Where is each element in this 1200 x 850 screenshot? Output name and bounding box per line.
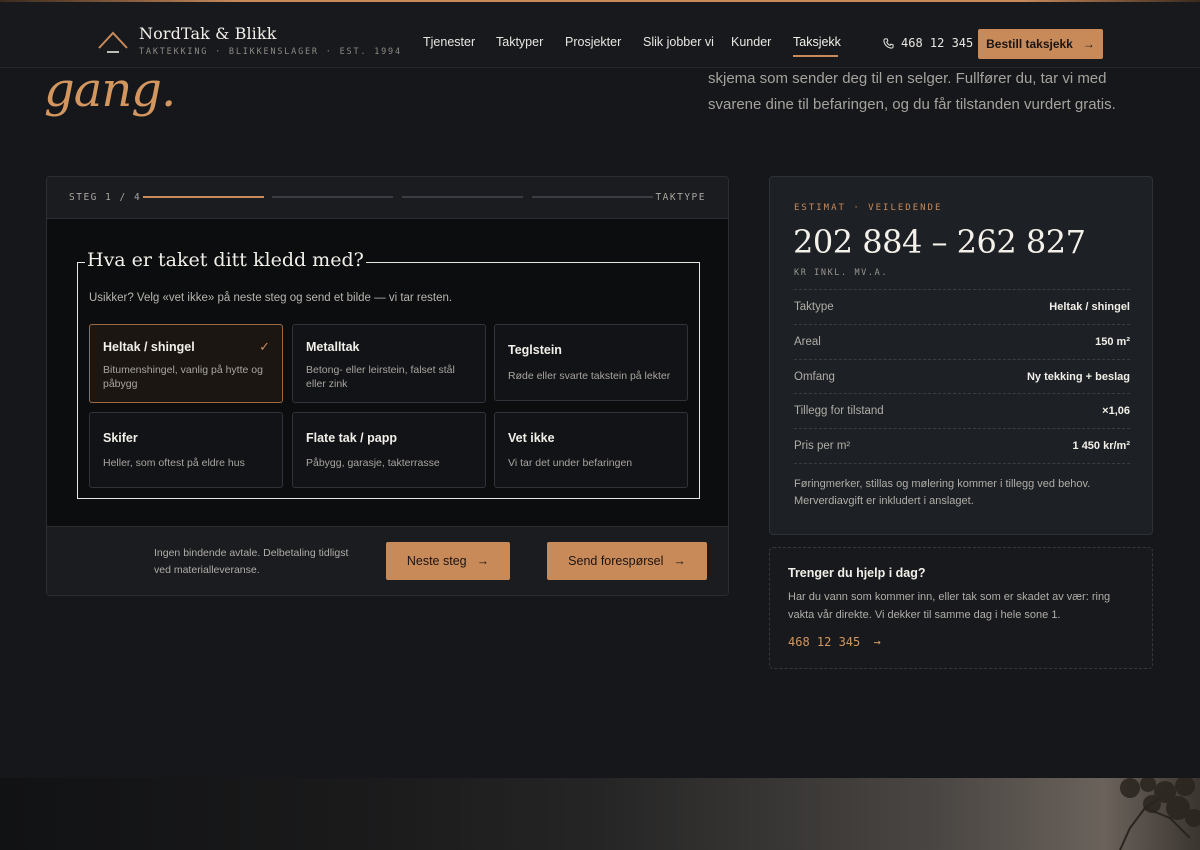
option-title: Flate tak / papp [306,431,397,445]
estimate-row-key: Pris per m² [794,440,851,452]
send-request-button[interactable]: Send forespørsel → [547,542,707,580]
nav-item-kunder[interactable]: Kunder [731,35,771,49]
next-step-button[interactable]: Neste steg → [386,542,510,580]
send-request-label: Send forespørsel [568,554,664,568]
arrow-right-icon: → [873,635,881,649]
hero-heading-fragment: gang. [44,62,176,118]
estimate-range: 202 884 – 262 827 [793,223,1086,261]
emergency-help-card: Trenger du hjelp i dag? Har du vann som … [769,547,1153,669]
step-counter: STEG 1 / 4 [69,192,142,203]
estimate-kicker: ESTIMAT · VEILEDENDE [794,203,943,213]
estimate-row-value: 150 m² [1095,336,1130,348]
order-roof-check-label: Bestill taksjekk [986,37,1073,51]
arrow-right-icon: → [673,554,686,568]
help-text: Har du vann som kommer inn, eller tak so… [788,591,1111,621]
option-description: Påbygg, garasje, takterrasse [306,457,440,469]
brand-tagline: TAKTEKKING · BLIKKENSLAGER · EST. 1994 [139,47,402,57]
estimate-row-key: Tillegg for tilstand [794,405,884,417]
arrow-right-icon: → [1082,37,1095,51]
estimate-row-pris-per-m2: Pris per m² 1 450 kr/m² [794,428,1130,463]
estimate-row-key: Taktype [794,301,834,313]
estimate-row-value: Ny tekking + beslag [1026,371,1130,383]
option-flate-tak-papp[interactable]: Flate tak / papp Påbygg, garasje, takter… [292,412,486,488]
estimate-row-value: 1 450 kr/m² [1072,440,1130,452]
nav-item-taksjekk[interactable]: Taksjekk [793,35,841,49]
estimate-row-tilstand: Tillegg for tilstand ×1,06 [794,393,1130,428]
phone-icon [883,37,894,49]
estimate-row-key: Areal [794,336,821,348]
nav-item-taktyper[interactable]: Taktyper [496,35,543,49]
progress-segment-3 [402,196,523,198]
non-binding-note: Ingen bindende avtale. Delbetaling tidli… [154,547,349,576]
progress-segment-4 [532,196,653,198]
estimate-row-taktype: Taktype Heltak / shingel [794,289,1130,324]
order-roof-check-button[interactable]: Bestill taksjekk → [978,29,1103,59]
nav-active-underline [793,55,838,57]
progress-segment-2 [272,196,393,198]
tree-silhouette-image [1119,778,1200,850]
nav-item-tjenester[interactable]: Tjenester [423,35,475,49]
header-phone-number: 468 12 345 [901,36,974,50]
roof-logo-icon [98,31,128,53]
nav-item-prosjekter[interactable]: Prosjekter [565,35,621,49]
roof-check-wizard: STEG 1 / 4 TAKTYPE Hva er taket ditt kle… [46,176,729,596]
option-metalltak[interactable]: Metalltak Betong- eller leirstein, false… [292,324,486,403]
estimate-row-areal: Areal 150 m² [794,324,1130,359]
site-header: NordTak & Blikk TAKTEKKING · BLIKKENSLAG… [0,2,1200,68]
progress-segment-1 [143,196,264,198]
option-description: Betong- eller leirstein, falset stål ell… [306,364,455,390]
question-heading: Hva er taket ditt kledd med? [85,249,366,271]
estimate-row-value: Heltak / shingel [1049,301,1130,313]
option-description: Bitumenshingel, vanlig på hytte og påbyg… [103,364,263,390]
option-title: Metalltak [306,340,360,354]
hero-lead-text: skjema som sender deg til en selger. Ful… [708,70,1116,113]
option-description: Heller, som oftest på eldre hus [103,457,245,469]
option-teglstein[interactable]: Teglstein Røde eller svarte takstein på … [494,324,688,401]
brand-name[interactable]: NordTak & Blikk [139,24,276,43]
check-icon: ✓ [259,339,270,354]
option-title: Vet ikke [508,431,555,445]
estimate-card: ESTIMAT · VEILEDENDE 202 884 – 262 827 K… [769,176,1153,535]
option-description: Vi tar det under befaringen [508,457,633,469]
arrow-right-icon: → [476,554,490,568]
option-title: Teglstein [508,343,562,357]
option-heltak-shingel[interactable]: Heltak / shingel ✓ Bitumenshingel, vanli… [89,324,283,403]
step-name: TAKTYPE [655,192,706,203]
header-phone[interactable]: 468 12 345 [883,36,973,50]
estimate-divider [794,463,1130,464]
option-description: Røde eller svarte takstein på lekter [508,370,671,382]
roof-type-fieldset: Hva er taket ditt kledd med? Usikker? Ve… [77,249,700,499]
emergency-phone-link[interactable]: 468 12 345 → [788,635,881,649]
estimate-row-omfang: Omfang Ny tekking + beslag [794,359,1130,394]
option-vet-ikke[interactable]: Vet ikke Vi tar det under befaringen [494,412,688,488]
emergency-phone-number: 468 12 345 [788,635,861,649]
wizard-progress-header: STEG 1 / 4 TAKTYPE [47,177,728,219]
estimate-row-key: Omfang [794,371,835,383]
option-title: Skifer [103,431,138,445]
option-title: Heltak / shingel [103,340,195,354]
help-title: Trenger du hjelp i dag? [788,566,926,580]
estimate-note: Føringmerker, stillas og mølering kommer… [794,478,1091,507]
wizard-footer: Ingen bindende avtale. Delbetaling tidli… [47,526,728,595]
question-hint: Usikker? Velg «vet ikke» på neste steg o… [89,292,453,304]
next-step-label: Neste steg [406,554,467,568]
option-skifer[interactable]: Skifer Heller, som oftest på eldre hus [89,412,283,488]
estimate-row-value: ×1,06 [1102,405,1130,417]
estimate-unit: KR INKL. MV.A. [794,268,889,278]
nav-item-slik-jobber-vi[interactable]: Slik jobber vi [643,35,714,49]
bottom-photo-strip [0,778,1200,850]
